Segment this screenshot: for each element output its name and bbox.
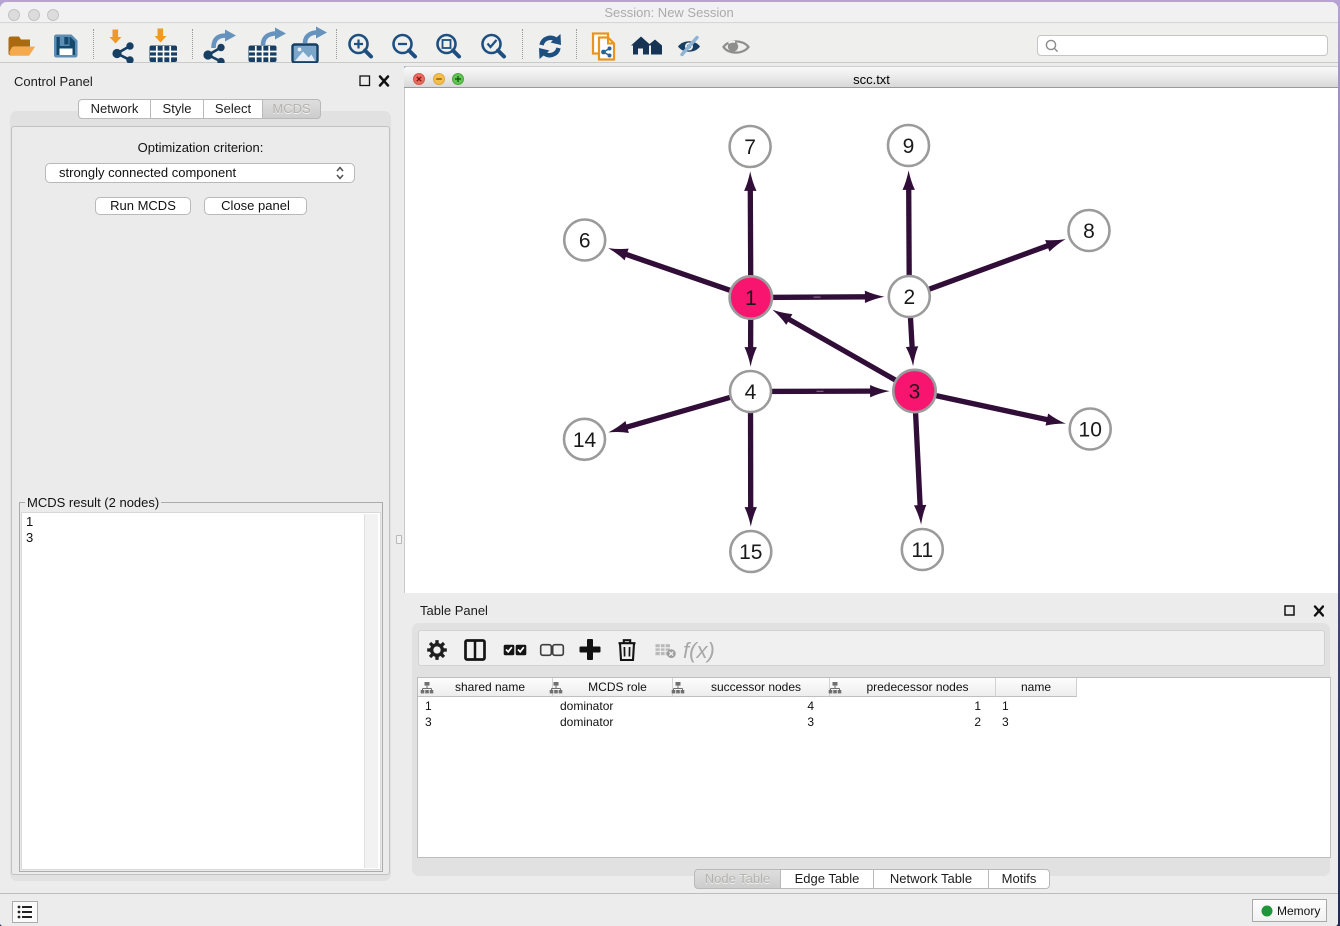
svg-text:3: 3 [909, 381, 921, 404]
svg-text:8: 8 [1083, 220, 1095, 243]
svg-text:4: 4 [745, 381, 757, 404]
svg-text:2: 2 [903, 286, 915, 309]
svg-text:15: 15 [739, 541, 762, 564]
svg-text:f(x): f(x) [683, 638, 715, 663]
svg-text:9: 9 [903, 135, 915, 158]
svg-text:10: 10 [1079, 419, 1102, 442]
svg-text:14: 14 [573, 429, 597, 452]
svg-text:7: 7 [744, 136, 756, 159]
svg-text:11: 11 [911, 539, 933, 562]
svg-text:1: 1 [745, 287, 757, 310]
svg-text:6: 6 [579, 230, 591, 253]
